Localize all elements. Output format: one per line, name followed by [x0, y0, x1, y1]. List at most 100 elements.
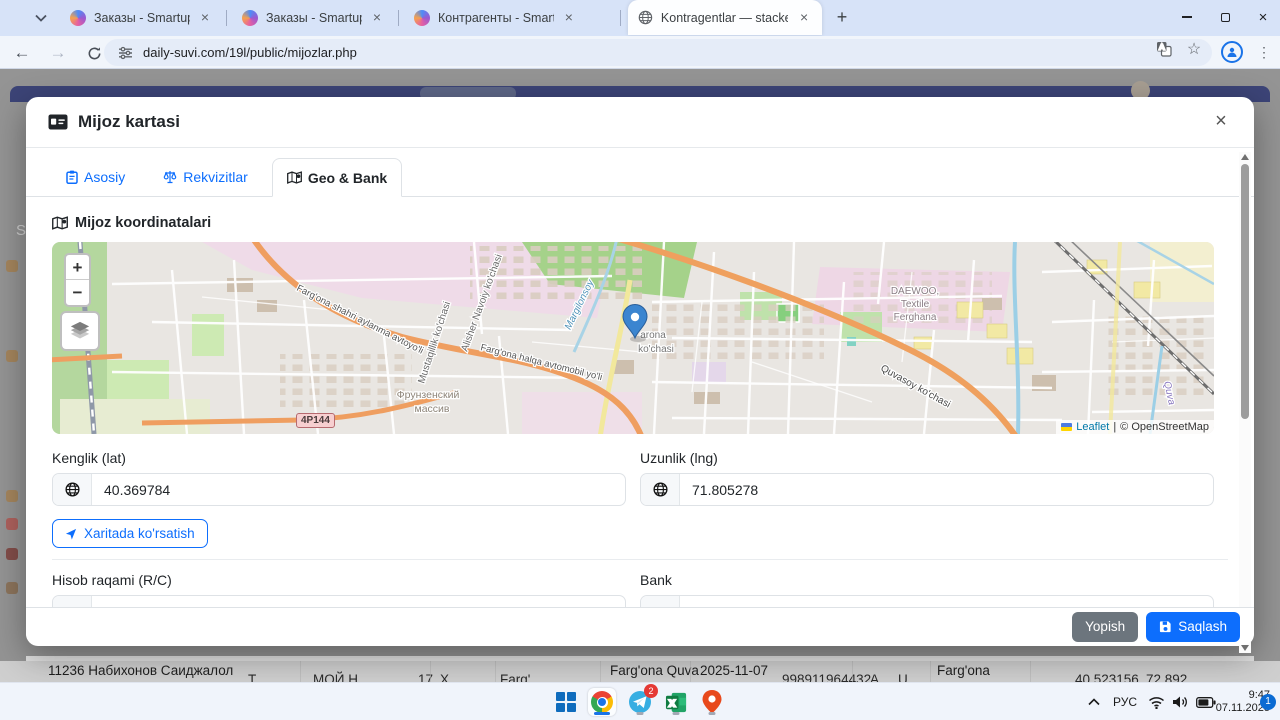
row-cell: МОЙ Н [313, 672, 358, 682]
osm-link[interactable]: © OpenStreetMap [1120, 421, 1209, 433]
tab-geo-bank[interactable]: Geo & Bank [271, 158, 403, 197]
map-label-daewoo-1: DAEWOO, [891, 286, 939, 297]
tab-title: Заказы - Smartup [94, 10, 190, 25]
leaflet-map[interactable]: Farg'ona shahri aylanma avtoyo'li Farg'o… [52, 242, 1214, 434]
map-label-street-2: ko'chasi [638, 344, 674, 355]
ukraine-flag-icon [1061, 423, 1073, 431]
tab-title: Kontragentlar — stacked modal [660, 10, 789, 25]
chrome-icon [591, 691, 613, 713]
battery-icon [1196, 696, 1216, 708]
close-modal-button[interactable]: Yopish [1072, 611, 1139, 642]
browser-tab-1[interactable]: Заказы - Smartup × [60, 0, 222, 35]
save-button[interactable]: Saqlash [1146, 611, 1240, 642]
tab-rekvizitlar[interactable]: Rekvizitlar [149, 158, 262, 196]
section-title: Mijoz koordinatalari [52, 215, 1228, 231]
browser-menu-button[interactable]: ⋮ [1252, 40, 1276, 64]
wifi-indicator[interactable] [1148, 683, 1165, 720]
row-cell: Farg' [500, 672, 531, 682]
browser-tab-3[interactable]: Контрагенты - Smartup × [404, 0, 586, 35]
lng-label: Uzunlik (lng) [640, 450, 718, 466]
window-minimize-button[interactable] [1170, 0, 1204, 34]
section-title-text: Mijoz koordinatalari [75, 215, 212, 231]
zoom-out-button[interactable]: − [66, 280, 89, 305]
account-input[interactable] [92, 596, 625, 607]
row-cell-date: 2025-11-07 [700, 663, 769, 678]
column-divider [1030, 661, 1031, 682]
taskbar-excel[interactable]: X [662, 688, 690, 716]
address-bar[interactable]: daily-suvi.com/19l/public/mijozlar.php [104, 39, 1212, 66]
bank-input[interactable] [680, 596, 1213, 607]
language-indicator[interactable]: РУС [1113, 683, 1137, 720]
save-floppy-icon [1160, 621, 1171, 633]
site-info-icon[interactable] [118, 46, 133, 60]
battery-indicator[interactable] [1196, 683, 1216, 720]
modal-close-button[interactable]: × [1208, 109, 1234, 135]
zoom-in-button[interactable]: + [66, 255, 89, 280]
tab-close-icon[interactable]: × [198, 9, 212, 26]
tab-close-icon[interactable]: × [562, 9, 576, 26]
modal-header: Mijoz kartasi × [26, 97, 1254, 148]
svg-text:X: X [668, 698, 675, 709]
volume-indicator[interactable] [1172, 683, 1188, 720]
notification-button[interactable]: 1 [1260, 683, 1276, 720]
account-field-group: Hisob raqami (R/C) [52, 560, 626, 607]
bank-label: Bank [640, 572, 672, 588]
page-faint-heading: S [16, 222, 27, 239]
scrollbar-down-arrow[interactable] [1241, 645, 1249, 651]
smartup-favicon [70, 9, 86, 26]
bank-field-group: Bank [640, 560, 1214, 607]
tab-close-icon[interactable]: × [796, 9, 812, 26]
bank-input-group [640, 595, 1214, 607]
app-indicator [708, 712, 716, 715]
page-row-tag [6, 490, 18, 502]
modal-body: Mijoz koordinatalari Farg'ona shahri ayl… [26, 197, 1254, 607]
modal-scrollbar[interactable] [1239, 152, 1251, 653]
map-layers-control[interactable] [60, 311, 100, 351]
scrollbar-up-arrow[interactable] [1241, 154, 1249, 160]
leaflet-link[interactable]: Leaflet [1076, 421, 1109, 433]
column-divider [852, 661, 853, 682]
tab-search-button[interactable] [28, 7, 54, 29]
back-button[interactable]: ← [8, 39, 36, 67]
screen: Заказы - Smartup × Заказы - Smartup × Ко… [0, 0, 1280, 720]
minimize-icon [1182, 16, 1192, 18]
browser-tab-2[interactable]: Заказы - Smartup × [232, 0, 394, 35]
modal-title: Mijoz kartasi [78, 112, 181, 131]
show-on-map-button[interactable]: Xaritada ko'rsatish [52, 519, 208, 548]
tab-close-icon[interactable]: × [370, 9, 384, 26]
column-divider [495, 661, 496, 682]
lng-input[interactable] [680, 474, 1213, 505]
window-maximize-button[interactable] [1208, 0, 1242, 34]
chevron-down-icon [35, 14, 47, 22]
wifi-icon [1149, 696, 1164, 709]
account-input-group [52, 595, 626, 607]
browser-tab-active[interactable]: Kontragentlar — stacked modal × [628, 0, 822, 35]
active-app-indicator [594, 712, 610, 715]
app-indicator [672, 712, 680, 715]
tab-asosiy[interactable]: Asosiy [52, 158, 139, 196]
row-cell: А [870, 672, 880, 682]
smartup-favicon [414, 9, 430, 26]
start-button[interactable] [552, 688, 580, 716]
globe-icon [641, 474, 680, 505]
scrollbar-thumb[interactable] [1241, 164, 1249, 419]
bookmark-star-icon[interactable]: ☆ [1182, 37, 1206, 61]
page-row-tag [6, 548, 18, 560]
window-close-button[interactable]: × [1246, 0, 1280, 34]
hash-icon [53, 596, 92, 607]
profile-avatar[interactable] [1221, 41, 1243, 63]
forward-button[interactable]: → [44, 39, 72, 67]
taskbar-chrome[interactable] [588, 688, 616, 716]
translate-button[interactable]: A [1152, 37, 1176, 61]
mijoz-kartasi-modal: Mijoz kartasi × Asosiy Rekvizitlar Geo &… [26, 97, 1254, 653]
new-tab-button[interactable]: + [830, 6, 854, 30]
taskbar-telegram[interactable]: 2 [626, 684, 658, 716]
coords-row: Kenglik (lat) Uzunlik (lng) [52, 434, 1228, 506]
lng-field-group: Uzunlik (lng) [640, 434, 1214, 506]
road-ref-badge: 4P144 [296, 413, 335, 428]
tray-expand-button[interactable] [1088, 683, 1100, 720]
taskbar-maps-app[interactable] [698, 688, 726, 716]
lat-input[interactable] [92, 474, 625, 505]
browser-toolbar: ← → daily-suvi.com/19l/public/mijozlar.p… [0, 36, 1280, 69]
map-canvas: Farg'ona shahri aylanma avtoyo'li Farg'o… [52, 242, 1214, 434]
